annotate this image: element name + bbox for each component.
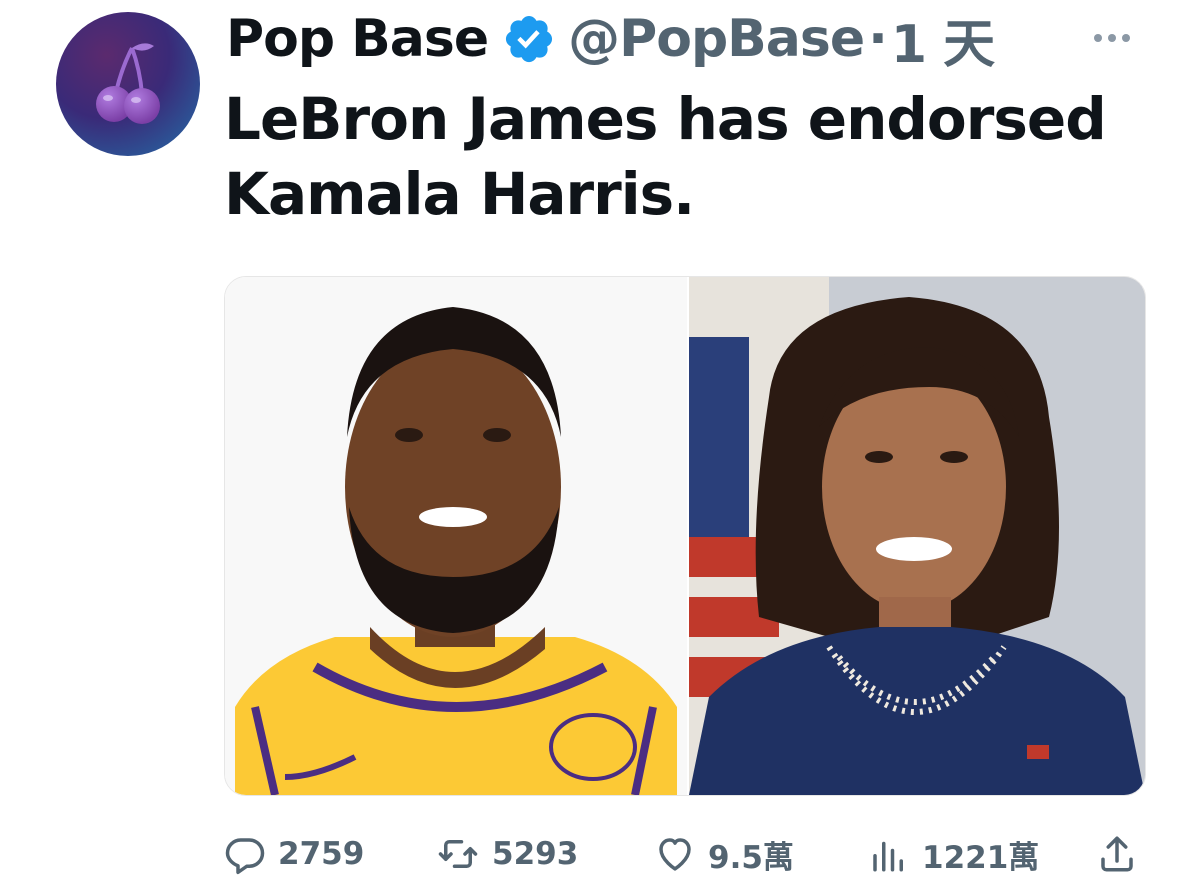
retweet-icon — [436, 833, 480, 875]
like-button[interactable]: 9.5萬 — [654, 826, 794, 882]
share-button[interactable] — [1096, 826, 1138, 882]
tweet-text: LeBron James has endorsed Kamala Harris. — [224, 85, 1107, 228]
like-count: 9.5萬 — [708, 839, 794, 876]
reply-button[interactable]: 2759 — [224, 826, 364, 882]
media-grid — [224, 276, 1146, 796]
like-icon — [654, 833, 696, 875]
tweet-header: Pop Base @PopBase · 1 天 — [226, 2, 995, 77]
author-handle[interactable]: @PopBase — [568, 9, 865, 69]
reply-count: 2759 — [278, 836, 365, 872]
avatar[interactable] — [56, 12, 200, 156]
more-options-icon[interactable] — [1092, 18, 1132, 58]
tweet[interactable]: Pop Base @PopBase · 1 天 LeBron James has… — [0, 0, 1200, 884]
reply-icon — [224, 833, 266, 875]
photo-lebron-james[interactable] — [225, 277, 687, 795]
share-icon — [1096, 833, 1138, 875]
views-button[interactable]: 1221萬 — [868, 826, 1039, 882]
retweet-count: 5293 — [492, 836, 579, 872]
views-count: 1221萬 — [922, 839, 1040, 876]
verified-badge-icon — [502, 12, 556, 66]
tweet-timestamp[interactable]: 1 天 — [891, 2, 995, 77]
views-icon — [868, 833, 910, 875]
separator-dot: · — [868, 9, 888, 69]
retweet-button[interactable]: 5293 — [436, 826, 578, 882]
photo-kamala-harris[interactable] — [689, 277, 1145, 795]
action-bar: 2759 5293 9.5萬 1221萬 — [224, 826, 1144, 882]
author-name[interactable]: Pop Base — [226, 9, 489, 69]
